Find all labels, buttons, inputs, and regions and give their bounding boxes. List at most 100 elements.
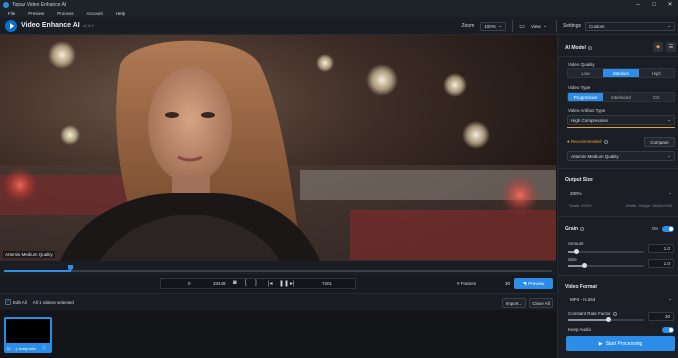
divider	[555, 20, 557, 32]
quality-high[interactable]: High	[639, 69, 674, 77]
camera-icon[interactable]: ◙	[233, 280, 237, 286]
divider	[558, 275, 678, 276]
close-icon[interactable]: ✕	[662, 0, 678, 9]
width-height-text: Width, Height: 3840x2160	[626, 203, 673, 208]
video-queue: ☑ ...) dusty.mkv ⓘ	[0, 310, 556, 358]
bracket-left-icon[interactable]: [	[245, 280, 247, 286]
artifact-type-select[interactable]: High Compression ⌄	[567, 115, 675, 125]
pause-icon[interactable]: ❚❚	[279, 280, 289, 287]
quality-medium[interactable]: Medium	[603, 69, 639, 77]
grain-title: Grain	[565, 226, 585, 232]
settings-select[interactable]: Custom ⌄	[585, 21, 675, 31]
header-controls: Zoom 100% ⌄ ▭ View ⌄ Settings Custom ⌄	[461, 17, 678, 35]
type-interlaced[interactable]: Interlaced	[603, 93, 638, 101]
type-progressive[interactable]: Progressive	[568, 93, 604, 101]
title-bar: Topaz Video Enhance AI – □ ✕	[0, 0, 678, 9]
close-all-button[interactable]: Close All	[529, 298, 553, 308]
format-select[interactable]: MP4 - H.264 ⌄	[567, 294, 675, 304]
size-slider-knob[interactable]	[582, 263, 587, 268]
view-icon[interactable]: ▭	[519, 23, 525, 30]
app-window: Topaz Video Enhance AI – □ ✕ File Previe…	[0, 0, 678, 358]
amount-value[interactable]: 1.0	[648, 244, 674, 253]
crf-slider-knob[interactable]	[606, 317, 611, 322]
queue-header: ✓ Edit All All 1 videos selected Import.…	[0, 293, 556, 310]
grain-toggle-label: On	[652, 226, 659, 231]
current-frame[interactable]: 7201	[322, 281, 332, 286]
menu-process[interactable]: Process	[57, 11, 73, 16]
start-processing-button[interactable]: ▶ Start Processing	[566, 336, 675, 351]
ai-model-title: AI Model	[565, 45, 592, 51]
timeline[interactable]	[0, 261, 556, 275]
crf-label: Constant Rate Factor	[568, 311, 617, 316]
minimize-icon[interactable]: –	[630, 0, 646, 9]
end-frame[interactable]: 33449	[213, 281, 226, 286]
amount-slider[interactable]	[568, 249, 644, 254]
window-controls: – □ ✕	[630, 0, 678, 9]
edit-all-checkbox[interactable]: ✓	[5, 299, 11, 305]
format-value: MP4 - H.264	[570, 296, 596, 302]
app-header: Video Enhance AI v2.6.4 Zoom 100% ⌄ ▭ Vi…	[0, 17, 678, 35]
zoom-label: Zoom	[461, 23, 475, 29]
logo-icon	[5, 19, 17, 32]
output-size-select[interactable]: 200% ⌄	[567, 188, 675, 198]
amount-slider-knob[interactable]	[574, 249, 579, 254]
info-icon[interactable]	[612, 311, 617, 316]
menu-preview[interactable]: Preview	[28, 11, 44, 16]
start-frame[interactable]: 0	[188, 281, 191, 286]
timeline-progress	[4, 270, 71, 272]
crf-slider[interactable]	[568, 317, 644, 322]
size-value[interactable]: 1.0	[648, 259, 674, 268]
menu-file[interactable]: File	[8, 11, 15, 16]
chevron-down-icon: ⌄	[498, 23, 503, 28]
step-forward-icon[interactable]: ▸|	[290, 280, 295, 287]
step-back-icon[interactable]: |◂	[268, 280, 273, 287]
video-quality-label: Video Quality	[568, 62, 595, 67]
version-label: v2.6.4	[82, 23, 94, 28]
frames-label: # Frames	[457, 281, 477, 286]
menu-bar: File Preview Process Account Help	[0, 9, 678, 17]
settings-value: Custom	[589, 23, 605, 29]
chevron-down-icon: ⌄	[668, 296, 672, 301]
menu-help[interactable]: Help	[116, 11, 125, 16]
chevron-down-icon: ⌄	[668, 190, 672, 195]
crf-value[interactable]: 20	[648, 312, 674, 321]
zoom-select[interactable]: 100% ⌄	[480, 21, 507, 31]
quality-low[interactable]: Low	[568, 69, 603, 77]
type-cg[interactable]: CG	[639, 93, 674, 101]
queue-item-name: ...) dusty.mkv	[12, 345, 37, 351]
crf-label-text: Constant Rate Factor	[568, 311, 611, 316]
divider	[558, 216, 678, 217]
size-slider[interactable]	[568, 263, 644, 268]
info-icon[interactable]	[603, 139, 608, 144]
info-icon[interactable]	[587, 45, 592, 50]
info-icon[interactable]: ⓘ	[42, 345, 46, 351]
chevron-down-icon: ⌄	[667, 117, 671, 122]
divider	[558, 56, 678, 57]
compare-button[interactable]: Compare	[644, 137, 675, 147]
grain-toggle[interactable]	[662, 226, 674, 232]
checkbox-icon[interactable]: ☑	[7, 346, 11, 351]
view-select[interactable]: View ⌄	[528, 22, 550, 31]
play-icon: ▶	[598, 340, 603, 347]
preview-label: Preview	[528, 281, 545, 286]
video-preview[interactable]: Artemis Medium Quality	[0, 35, 556, 261]
maximize-icon[interactable]: □	[646, 0, 662, 9]
bracket-right-icon[interactable]: ]	[255, 280, 257, 286]
info-icon[interactable]	[580, 226, 585, 231]
video-quality-segmented: Low Medium High	[567, 68, 675, 78]
chevron-down-icon: ⌄	[667, 153, 671, 158]
timeline-track[interactable]	[4, 270, 552, 272]
size-label: Size	[568, 257, 577, 262]
queue-item[interactable]: ☑ ...) dusty.mkv ⓘ	[4, 317, 52, 353]
model-select[interactable]: Artemis Medium Quality ⌄	[567, 151, 675, 161]
keep-audio-toggle[interactable]	[662, 327, 674, 333]
preview-button[interactable]: ◥ Preview	[514, 278, 553, 289]
frames-value[interactable]: 30	[505, 281, 510, 286]
divider	[558, 168, 678, 169]
list-icon[interactable]: ☰	[666, 42, 676, 52]
import-button[interactable]: Import...	[502, 298, 526, 308]
menu-account[interactable]: Account	[87, 11, 103, 16]
shield-icon[interactable]: ◆	[653, 42, 663, 52]
window-title: Topaz Video Enhance AI	[12, 1, 67, 8]
output-size-value: 200%	[570, 190, 582, 196]
